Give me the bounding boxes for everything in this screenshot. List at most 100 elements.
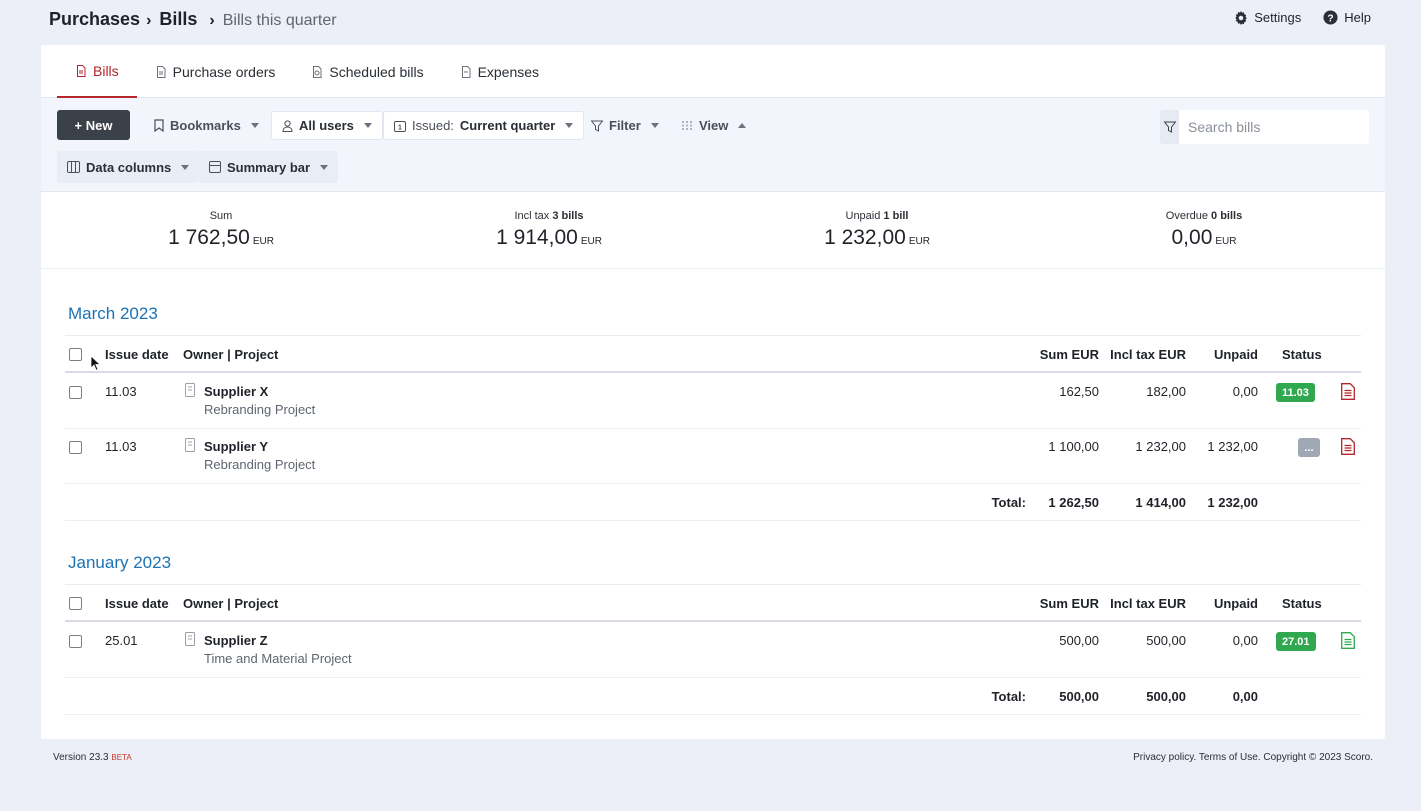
search-input[interactable]: [1179, 110, 1369, 144]
tab-label: Scheduled bills: [329, 63, 424, 80]
view-dropdown[interactable]: View: [671, 111, 756, 140]
tab-label: Purchase orders: [172, 63, 276, 80]
summary-label-text: Sum: [209, 210, 233, 222]
gear-icon: [1235, 10, 1248, 25]
table-row[interactable]: 11.03 Supplier Y Rebranding Project 1 10…: [65, 429, 1361, 484]
status-badge[interactable]: 27.01: [1276, 632, 1316, 651]
summary-value: 1 232,00 EUR: [727, 226, 1027, 250]
summary-value: 1 914,00 EUR: [399, 226, 699, 250]
col-unpaid[interactable]: Unpaid: [1214, 347, 1258, 362]
col-status[interactable]: Status: [1282, 347, 1322, 362]
tab-expenses[interactable]: Expenses: [442, 45, 557, 98]
select-all-checkbox[interactable]: [69, 348, 82, 361]
help-link[interactable]: ? Help: [1323, 10, 1371, 25]
status-badge[interactable]: ...: [1298, 438, 1320, 457]
table-row[interactable]: 11.03 Supplier X Rebranding Project 162,…: [65, 374, 1361, 429]
col-sum[interactable]: Sum EUR: [1040, 347, 1099, 362]
pdf-document-icon[interactable]: [1341, 383, 1355, 400]
issued-prefix: Issued:: [412, 118, 454, 133]
data-columns-dropdown[interactable]: Data columns: [57, 151, 200, 183]
summary-count: 0 bills: [1211, 210, 1243, 222]
top-links: Settings ? Help: [1234, 10, 1371, 25]
sum-value: 500,00: [1059, 633, 1099, 648]
row-checkbox[interactable]: [69, 441, 82, 454]
filter-icon: [1163, 121, 1176, 133]
chevron-up-icon: [738, 123, 747, 128]
help-icon: ?: [1323, 10, 1338, 25]
select-all-checkbox[interactable]: [69, 597, 82, 610]
unpaid-value: 0,00: [1232, 384, 1258, 399]
pdf-document-icon[interactable]: [1341, 438, 1355, 455]
filter-label: Filter: [609, 118, 641, 133]
row-checkbox[interactable]: [69, 386, 82, 399]
total-unpaid: 1 232,00: [1207, 495, 1258, 510]
svg-text:?: ?: [1328, 13, 1334, 24]
summary-incl-tax: Incl tax 3 bills 1 914,00 EUR: [399, 210, 699, 250]
users-dropdown[interactable]: All users: [271, 111, 383, 140]
calendar-icon: 1: [394, 120, 406, 132]
table-row[interactable]: 25.01 Supplier Z Time and Material Proje…: [65, 623, 1361, 678]
chevron-down-icon: [565, 123, 574, 128]
issued-period-dropdown[interactable]: 1 Issued: Current quarter: [383, 111, 585, 140]
filter-dropdown[interactable]: Filter: [581, 111, 669, 140]
unpaid-value: 1 232,00: [1207, 439, 1258, 454]
owner-name[interactable]: Supplier X: [204, 384, 268, 399]
issue-date: 25.01: [105, 633, 138, 648]
main-card: Bills Purchase orders Scheduled bills Ex…: [41, 45, 1385, 739]
month-heading: March 2023: [68, 304, 158, 323]
mouse-cursor-icon: [90, 355, 102, 371]
bookmarks-dropdown[interactable]: Bookmarks: [144, 111, 269, 140]
summary-count: 1 bill: [883, 210, 909, 222]
chevron-down-icon: [650, 123, 659, 128]
summary-amount: 0,00: [1171, 226, 1213, 249]
col-unpaid[interactable]: Unpaid: [1214, 596, 1258, 611]
tab-bills[interactable]: Bills: [57, 45, 137, 98]
page-title: Bills this quarter: [222, 12, 337, 29]
search-filter-button[interactable]: [1160, 110, 1179, 144]
breadcrumb-bills[interactable]: Bills: [159, 9, 197, 30]
project-name[interactable]: Time and Material Project: [204, 651, 352, 666]
tab-purchase-orders[interactable]: Purchase orders: [137, 45, 294, 98]
col-issue-date[interactable]: Issue date: [105, 596, 169, 611]
summary-bar-dropdown[interactable]: Summary bar: [199, 151, 339, 183]
recurring-document-icon: [313, 65, 322, 78]
col-incl-tax[interactable]: Incl tax EUR: [1110, 596, 1186, 611]
new-bill-button[interactable]: + New: [57, 110, 130, 140]
project-name[interactable]: Rebranding Project: [204, 457, 315, 472]
summary-amount: 1 914,00: [496, 226, 578, 249]
issue-date: 11.03: [105, 439, 137, 454]
tab-scheduled-bills[interactable]: Scheduled bills: [293, 45, 441, 98]
row-checkbox[interactable]: [69, 635, 82, 648]
breadcrumb: Purchases › Bills › Bills this quarter: [49, 9, 337, 30]
legal-links[interactable]: Privacy policy. Terms of Use. Copyright …: [1133, 752, 1373, 763]
breadcrumb-purchases[interactable]: Purchases: [49, 9, 140, 30]
project-name[interactable]: Rebranding Project: [204, 402, 315, 417]
summary-currency: EUR: [580, 236, 602, 247]
settings-link[interactable]: Settings: [1234, 10, 1301, 25]
total-unpaid: 0,00: [1232, 689, 1258, 704]
bookmarks-label: Bookmarks: [170, 118, 241, 133]
receipt-icon: [461, 65, 471, 78]
col-incl-tax[interactable]: Incl tax EUR: [1110, 347, 1186, 362]
status-badge[interactable]: 11.03: [1276, 383, 1315, 402]
document-icon[interactable]: [1341, 632, 1355, 649]
user-icon: [282, 119, 293, 132]
col-owner-project[interactable]: Owner | Project: [183, 596, 278, 611]
owner-name[interactable]: Supplier Z: [204, 633, 268, 648]
view-label: View: [699, 118, 729, 133]
issued-value: Current quarter: [459, 118, 556, 133]
col-status[interactable]: Status: [1282, 596, 1322, 611]
summary-label: Overdue 0 bills: [1054, 210, 1354, 222]
toolbar: + New Bookmarks All users 1 Issued: Curr…: [41, 98, 1385, 192]
col-issue-date[interactable]: Issue date: [105, 347, 169, 362]
col-owner-project[interactable]: Owner | Project: [183, 347, 278, 362]
sum-value: 162,50: [1059, 384, 1099, 399]
data-columns-label: Data columns: [86, 159, 172, 175]
table-total-row: Total: 1 262,50 1 414,00 1 232,00: [65, 484, 1361, 521]
settings-label: Settings: [1254, 10, 1302, 25]
summary-label: Sum: [71, 210, 371, 222]
owner-name[interactable]: Supplier Y: [204, 439, 268, 454]
col-sum[interactable]: Sum EUR: [1040, 596, 1099, 611]
unpaid-value: 0,00: [1232, 633, 1258, 648]
summary-bar-icon: [209, 161, 221, 173]
